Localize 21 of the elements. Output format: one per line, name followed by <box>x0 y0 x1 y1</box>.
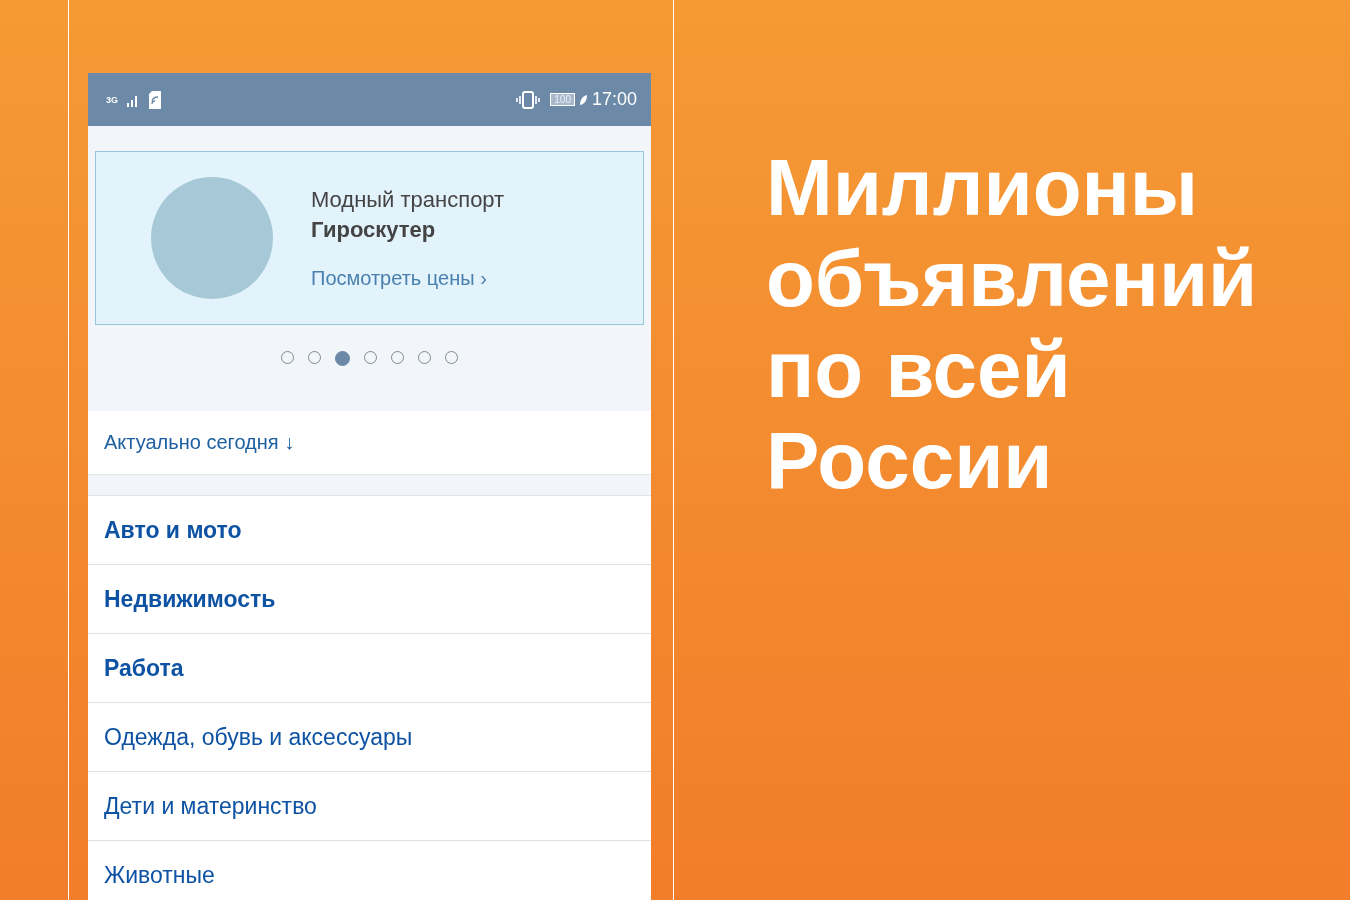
battery-level: 100 <box>550 93 575 106</box>
headline-line: по всей <box>766 324 1072 415</box>
category-item[interactable]: Работа <box>88 634 651 703</box>
view-prices-link[interactable]: Посмотреть цены › <box>311 266 505 290</box>
carousel-dot[interactable] <box>335 351 350 366</box>
banner-subtitle: Модный транспорт <box>311 186 505 213</box>
category-item[interactable]: Дети и материнство <box>88 772 651 841</box>
headline-line: России <box>766 415 1054 506</box>
banner-title: Гироскутер <box>311 216 437 243</box>
vibrate-icon <box>516 90 541 109</box>
category-item[interactable]: Недвижимость <box>88 565 651 634</box>
promo-banner[interactable]: Модный транспорт Гироскутер Посмотреть цены › <box>95 151 644 325</box>
leaf-icon <box>578 93 588 106</box>
category-item[interactable]: Авто и мото <box>88 496 651 565</box>
clock-time: 17:00 <box>591 89 637 110</box>
headline-line: объявлений <box>766 233 1258 324</box>
headline-line: Миллионы <box>766 142 1200 233</box>
network-label: 3G <box>106 94 118 105</box>
sim-card-icon <box>148 90 162 109</box>
category-item[interactable]: Одежда, обувь и аксессуары <box>88 703 651 772</box>
category-item[interactable]: Животные <box>88 841 651 900</box>
